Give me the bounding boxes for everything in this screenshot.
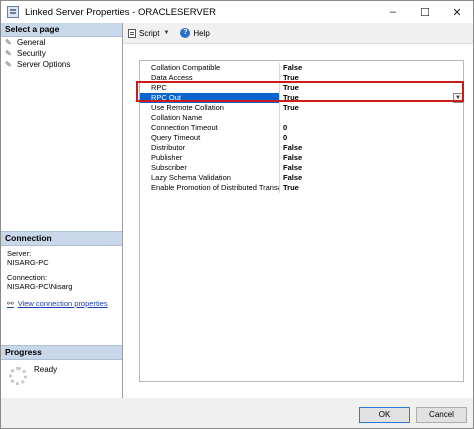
help-label: Help [193,28,210,38]
property-name: Lazy Schema Validation [140,173,280,183]
property-name: Distributor [140,143,280,153]
script-button[interactable]: Script ▼ [128,28,170,38]
wrench-icon: ✎ [5,48,12,58]
select-page-heading: Select a page [1,23,122,37]
linked-server-properties-dialog: Linked Server Properties - ORACLESERVER … [0,0,474,429]
property-value[interactable]: False [280,163,463,173]
page-item-general[interactable]: ✎ General [1,37,122,48]
dialog-footer: OK Cancel [1,398,473,428]
property-grid: Collation Compatible False Data Access T… [139,60,464,382]
server-value: NISARG-PC [7,258,49,267]
property-row[interactable]: Connection Timeout 0 [140,123,463,133]
wrench-icon: ✎ [5,37,12,47]
property-value[interactable]: False [280,63,463,73]
page-item-server-options[interactable]: ✎ Server Options [1,59,122,70]
property-name: RPC Out [140,93,280,103]
property-value[interactable]: True [280,103,463,113]
progress-body: Ready [9,365,57,385]
view-connection-properties-link[interactable]: ⚯ View connection properties [7,299,119,308]
progress-spinner-icon [9,367,27,385]
property-name: Connection Timeout [140,123,280,133]
property-value[interactable]: False [280,143,463,153]
connection-label: Connection: [7,273,48,282]
property-row[interactable]: RPC True [140,83,463,93]
minimize-button[interactable]: – [377,1,409,23]
maximize-button[interactable]: ☐ [409,1,441,23]
chevron-down-icon: ▼ [163,30,170,36]
server-label: Server: [7,249,32,258]
property-name: Collation Compatible [140,63,280,73]
toolbar: Script ▼ ? Help [123,23,473,44]
property-name: Publisher [140,153,280,163]
property-value[interactable] [280,113,463,123]
property-row[interactable]: Use Remote Collation True [140,103,463,113]
property-row[interactable]: Lazy Schema Validation False [140,173,463,183]
connection-heading: Connection [1,231,122,246]
property-row[interactable]: Distributor False [140,143,463,153]
property-row[interactable]: Query Timeout 0 [140,133,463,143]
property-row[interactable]: Collation Compatible False [140,63,463,73]
cancel-button[interactable]: Cancel [416,407,467,423]
property-name: RPC [140,83,280,93]
property-name: Enable Promotion of Distributed Transact… [140,183,280,193]
property-row[interactable]: Data Access True [140,73,463,83]
property-value[interactable]: True [280,73,463,83]
property-row[interactable]: Collation Name [140,113,463,123]
close-button[interactable]: ✕ [441,1,473,23]
chevron-down-icon[interactable]: ▼ [453,93,463,103]
page-item-security[interactable]: ✎ Security [1,48,122,59]
property-value-dropdown[interactable]: True ▼ [280,93,463,103]
property-name: Subscriber [140,163,280,173]
property-name: Use Remote Collation [140,103,280,113]
connection-value: NISARG-PC\Nisarg [7,282,73,291]
help-icon: ? [180,28,191,38]
script-label: Script [139,28,160,38]
progress-status: Ready [34,365,58,374]
property-name: Query Timeout [140,133,280,143]
left-panel: Select a page ✎ General ✎ Security ✎ Ser… [1,23,123,398]
wrench-icon: ✎ [5,59,12,69]
connection-info: Server: NISARG-PC Connection: NISARG-PC\… [7,249,119,308]
progress-heading: Progress [1,345,122,360]
property-value[interactable]: False [280,153,463,163]
server-options-page: Collation Compatible False Data Access T… [123,44,473,398]
property-value[interactable]: True [280,183,463,193]
property-name: Data Access [140,73,280,83]
property-name: Collation Name [140,113,280,123]
page-item-label: General [17,38,46,47]
title-bar: Linked Server Properties - ORACLESERVER … [1,1,473,23]
script-icon [128,28,136,38]
property-value: True [283,93,299,102]
property-row[interactable]: Enable Promotion of Distributed Transact… [140,183,463,193]
property-value[interactable]: 0 [280,123,463,133]
help-button[interactable]: ? Help [174,28,210,38]
page-item-label: Security [17,49,46,58]
connection-properties-icon: ⚯ [7,299,14,308]
property-row[interactable]: Publisher False [140,153,463,163]
property-value[interactable]: 0 [280,133,463,143]
property-row-selected[interactable]: RPC Out True ▼ [140,93,463,103]
ok-button[interactable]: OK [359,407,410,423]
page-item-label: Server Options [17,60,71,69]
dialog-icon [7,6,19,18]
window-title: Linked Server Properties - ORACLESERVER [25,6,216,18]
property-value[interactable]: True [280,83,463,93]
property-row[interactable]: Subscriber False [140,163,463,173]
property-value[interactable]: False [280,173,463,183]
view-connection-properties-label: View connection properties [17,299,108,308]
